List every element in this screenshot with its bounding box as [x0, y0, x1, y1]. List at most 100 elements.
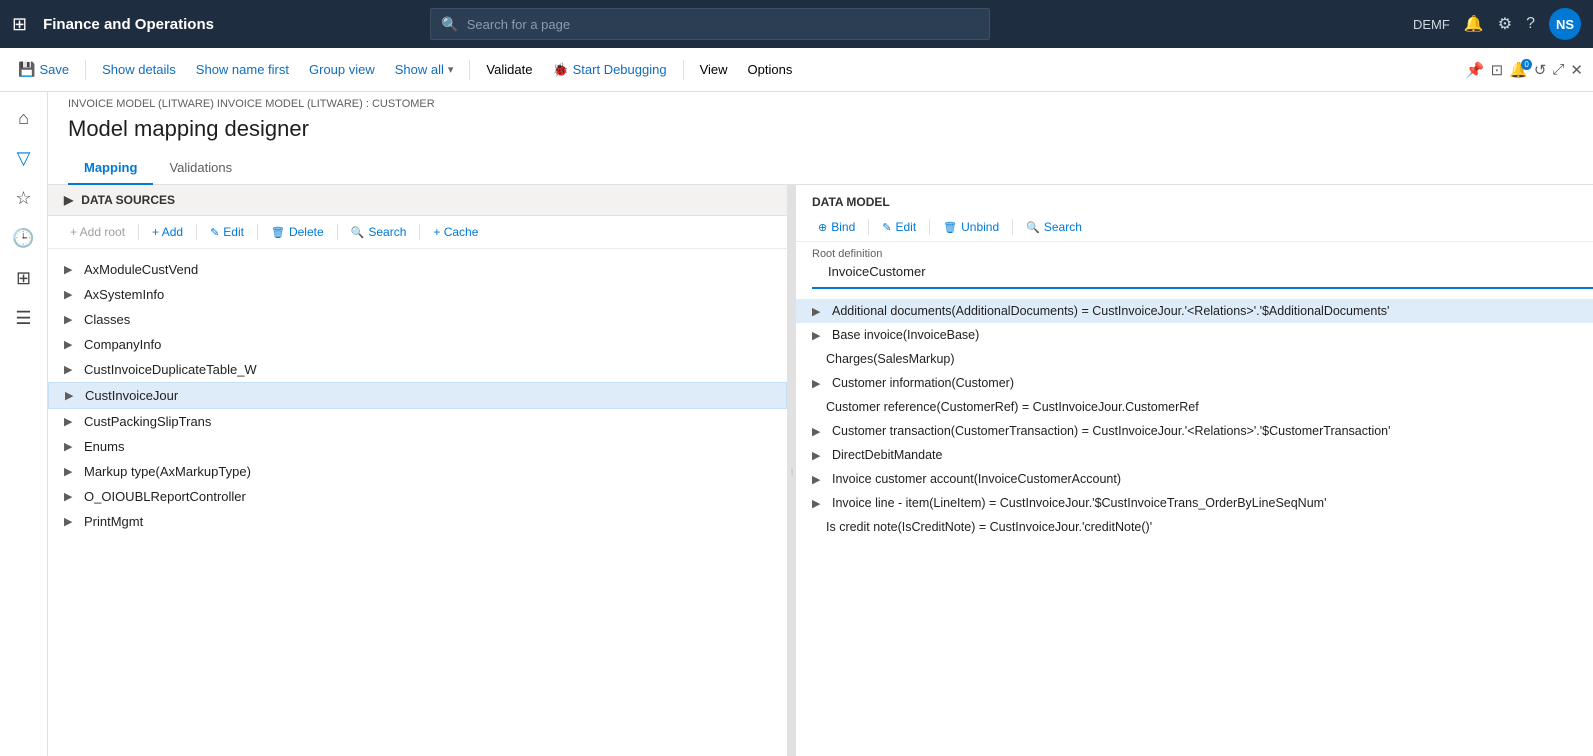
arrow-axsystem: ▶	[64, 288, 78, 301]
search-input[interactable]	[467, 17, 980, 32]
cmd-sep-3	[683, 60, 684, 80]
user-label: DEMF	[1413, 17, 1450, 32]
tab-validations[interactable]: Validations	[153, 152, 248, 185]
sidebar-icon[interactable]: ⊡	[1491, 61, 1504, 79]
tree-item-axmodule[interactable]: ▶ AxModuleCustVend	[48, 257, 787, 282]
dm-item-additional-docs[interactable]: ▶ Additional documents(AdditionalDocumen…	[796, 299, 1593, 323]
dm-sep-3	[1012, 219, 1013, 235]
search-button[interactable]: 🔍 Search	[345, 222, 413, 242]
root-definition-label: Root definition	[796, 242, 1593, 262]
app-title: Finance and Operations	[43, 16, 214, 33]
dm-arrow-6: ▶	[812, 449, 826, 462]
validate-button[interactable]: Validate	[478, 58, 540, 81]
nav-filter[interactable]: ▽	[6, 140, 42, 176]
nav-recent[interactable]: 🕒	[6, 220, 42, 256]
save-button[interactable]: 💾 Save	[10, 57, 77, 82]
start-debugging-button[interactable]: 🐞 Start Debugging	[544, 58, 674, 82]
close-icon[interactable]: ✕	[1570, 61, 1583, 79]
nav-home[interactable]: ⌂	[6, 100, 42, 136]
pane-sep-1	[138, 224, 139, 240]
page-title: Model mapping designer	[48, 112, 1593, 152]
grid-icon[interactable]: ⊞	[12, 14, 27, 35]
delete-button[interactable]: 🗑 Delete	[265, 222, 330, 242]
dm-search-icon: 🔍	[1026, 221, 1040, 234]
tree-item-custinvoiceduplicate[interactable]: ▶ CustInvoiceDuplicateTable_W	[48, 357, 787, 382]
tree-item-axsystem[interactable]: ▶ AxSystemInfo	[48, 282, 787, 307]
add-button[interactable]: + Add	[146, 222, 189, 242]
data-sources-header: ▶ DATA SOURCES	[48, 185, 787, 216]
settings-icon[interactable]: ⚙	[1498, 14, 1512, 34]
view-button[interactable]: View	[692, 58, 736, 81]
command-bar: 💾 Save Show details Show name first Grou…	[0, 48, 1593, 92]
tree-item-markup[interactable]: ▶ Markup type(AxMarkupType)	[48, 459, 787, 484]
unbind-icon: 🗑	[943, 221, 957, 234]
dm-item-customer-transaction[interactable]: ▶ Customer transaction(CustomerTransacti…	[796, 419, 1593, 443]
dm-item-is-credit-note[interactable]: Is credit note(IsCreditNote) = CustInvoi…	[796, 515, 1593, 539]
dm-arrow-3: ▶	[812, 377, 826, 390]
tree-item-custpacking[interactable]: ▶ CustPackingSlipTrans	[48, 409, 787, 434]
arrow-printmgmt: ▶	[64, 515, 78, 528]
tree-item-printmgmt[interactable]: ▶ PrintMgmt	[48, 509, 787, 534]
add-root-button[interactable]: + Add root	[64, 222, 131, 242]
refresh-icon[interactable]: ↺	[1534, 61, 1547, 79]
bind-button[interactable]: ⊕ Bind	[812, 217, 861, 237]
dm-item-base-invoice[interactable]: ▶ Base invoice(InvoiceBase)	[796, 323, 1593, 347]
arrow-axmodule: ▶	[64, 263, 78, 276]
tree-item-enums[interactable]: ▶ Enums	[48, 434, 787, 459]
bell-icon[interactable]: 🔔	[1464, 14, 1484, 34]
cache-button[interactable]: + Cache	[427, 222, 484, 242]
search-bar[interactable]: 🔍	[430, 8, 990, 40]
debug-icon: 🐞	[552, 62, 568, 78]
chevron-down-icon: ▾	[448, 63, 454, 76]
dm-item-charges[interactable]: Charges(SalesMarkup)	[796, 347, 1593, 371]
pane-sep-5	[419, 224, 420, 240]
bind-icon: ⊕	[818, 221, 827, 234]
dm-item-customer-info[interactable]: ▶ Customer information(Customer)	[796, 371, 1593, 395]
dm-item-direct-debit[interactable]: ▶ DirectDebitMandate	[796, 443, 1593, 467]
cmd-sep-1	[85, 60, 86, 80]
pane-splitter[interactable]: · · ·	[788, 185, 796, 756]
avatar[interactable]: NS	[1549, 8, 1581, 40]
pin-icon[interactable]: 📌	[1466, 61, 1485, 79]
pane-sep-2	[196, 224, 197, 240]
tree-item-classes[interactable]: ▶ Classes	[48, 307, 787, 332]
dm-item-invoice-line-item[interactable]: ▶ Invoice line - item(LineItem) = CustIn…	[796, 491, 1593, 515]
app-layout: ⌂ ▽ ☆ 🕒 ⊞ ☰ INVOICE MODEL (LITWARE) INVO…	[0, 92, 1593, 756]
pane-sep-4	[337, 224, 338, 240]
dm-arrow-7: ▶	[812, 473, 826, 486]
arrow-enums: ▶	[64, 440, 78, 453]
arrow-oioub: ▶	[64, 490, 78, 503]
data-model-header: DATA MODEL	[796, 185, 1593, 213]
arrow-packing: ▶	[64, 415, 78, 428]
notification-badge-icon[interactable]: 🔔0	[1509, 61, 1528, 79]
top-bar-right: DEMF 🔔 ⚙ ? NS	[1413, 8, 1581, 40]
edit-button[interactable]: ✎ Edit	[204, 222, 250, 242]
show-all-button[interactable]: Show all ▾	[387, 58, 462, 81]
tree-item-companyinfo[interactable]: ▶ CompanyInfo	[48, 332, 787, 357]
dm-item-invoice-customer-account[interactable]: ▶ Invoice customer account(InvoiceCustom…	[796, 467, 1593, 491]
data-sources-tree: ▶ AxModuleCustVend ▶ AxSystemInfo ▶ Clas…	[48, 249, 787, 756]
nav-favorites[interactable]: ☆	[6, 180, 42, 216]
show-name-first-button[interactable]: Show name first	[188, 58, 297, 81]
dm-item-customer-ref[interactable]: Customer reference(CustomerRef) = CustIn…	[796, 395, 1593, 419]
data-model-toolbar: ⊕ Bind ✎ Edit 🗑 Unbind 🔍	[796, 213, 1593, 242]
tree-item-custinvoicejour[interactable]: ▶ CustInvoiceJour	[48, 382, 787, 409]
nav-list[interactable]: ☰	[6, 300, 42, 336]
expand-icon[interactable]: ▶	[64, 193, 73, 207]
tab-mapping[interactable]: Mapping	[68, 152, 153, 185]
options-button[interactable]: Options	[740, 58, 801, 81]
unbind-button[interactable]: 🗑 Unbind	[937, 217, 1005, 237]
show-details-button[interactable]: Show details	[94, 58, 184, 81]
nav-dashboard[interactable]: ⊞	[6, 260, 42, 296]
pane-sep-3	[257, 224, 258, 240]
dm-edit-button[interactable]: ✎ Edit	[876, 217, 922, 237]
search-icon-small: 🔍	[351, 226, 365, 239]
tree-item-oioub[interactable]: ▶ O_OIOUBLReportController	[48, 484, 787, 509]
help-icon[interactable]: ?	[1526, 15, 1535, 33]
arrow-company: ▶	[64, 338, 78, 351]
dm-search-button[interactable]: 🔍 Search	[1020, 217, 1088, 237]
open-new-icon[interactable]: ⤢	[1552, 61, 1564, 78]
cmd-sep-2	[469, 60, 470, 80]
side-nav: ⌂ ▽ ☆ 🕒 ⊞ ☰	[0, 92, 48, 756]
group-view-button[interactable]: Group view	[301, 58, 383, 81]
